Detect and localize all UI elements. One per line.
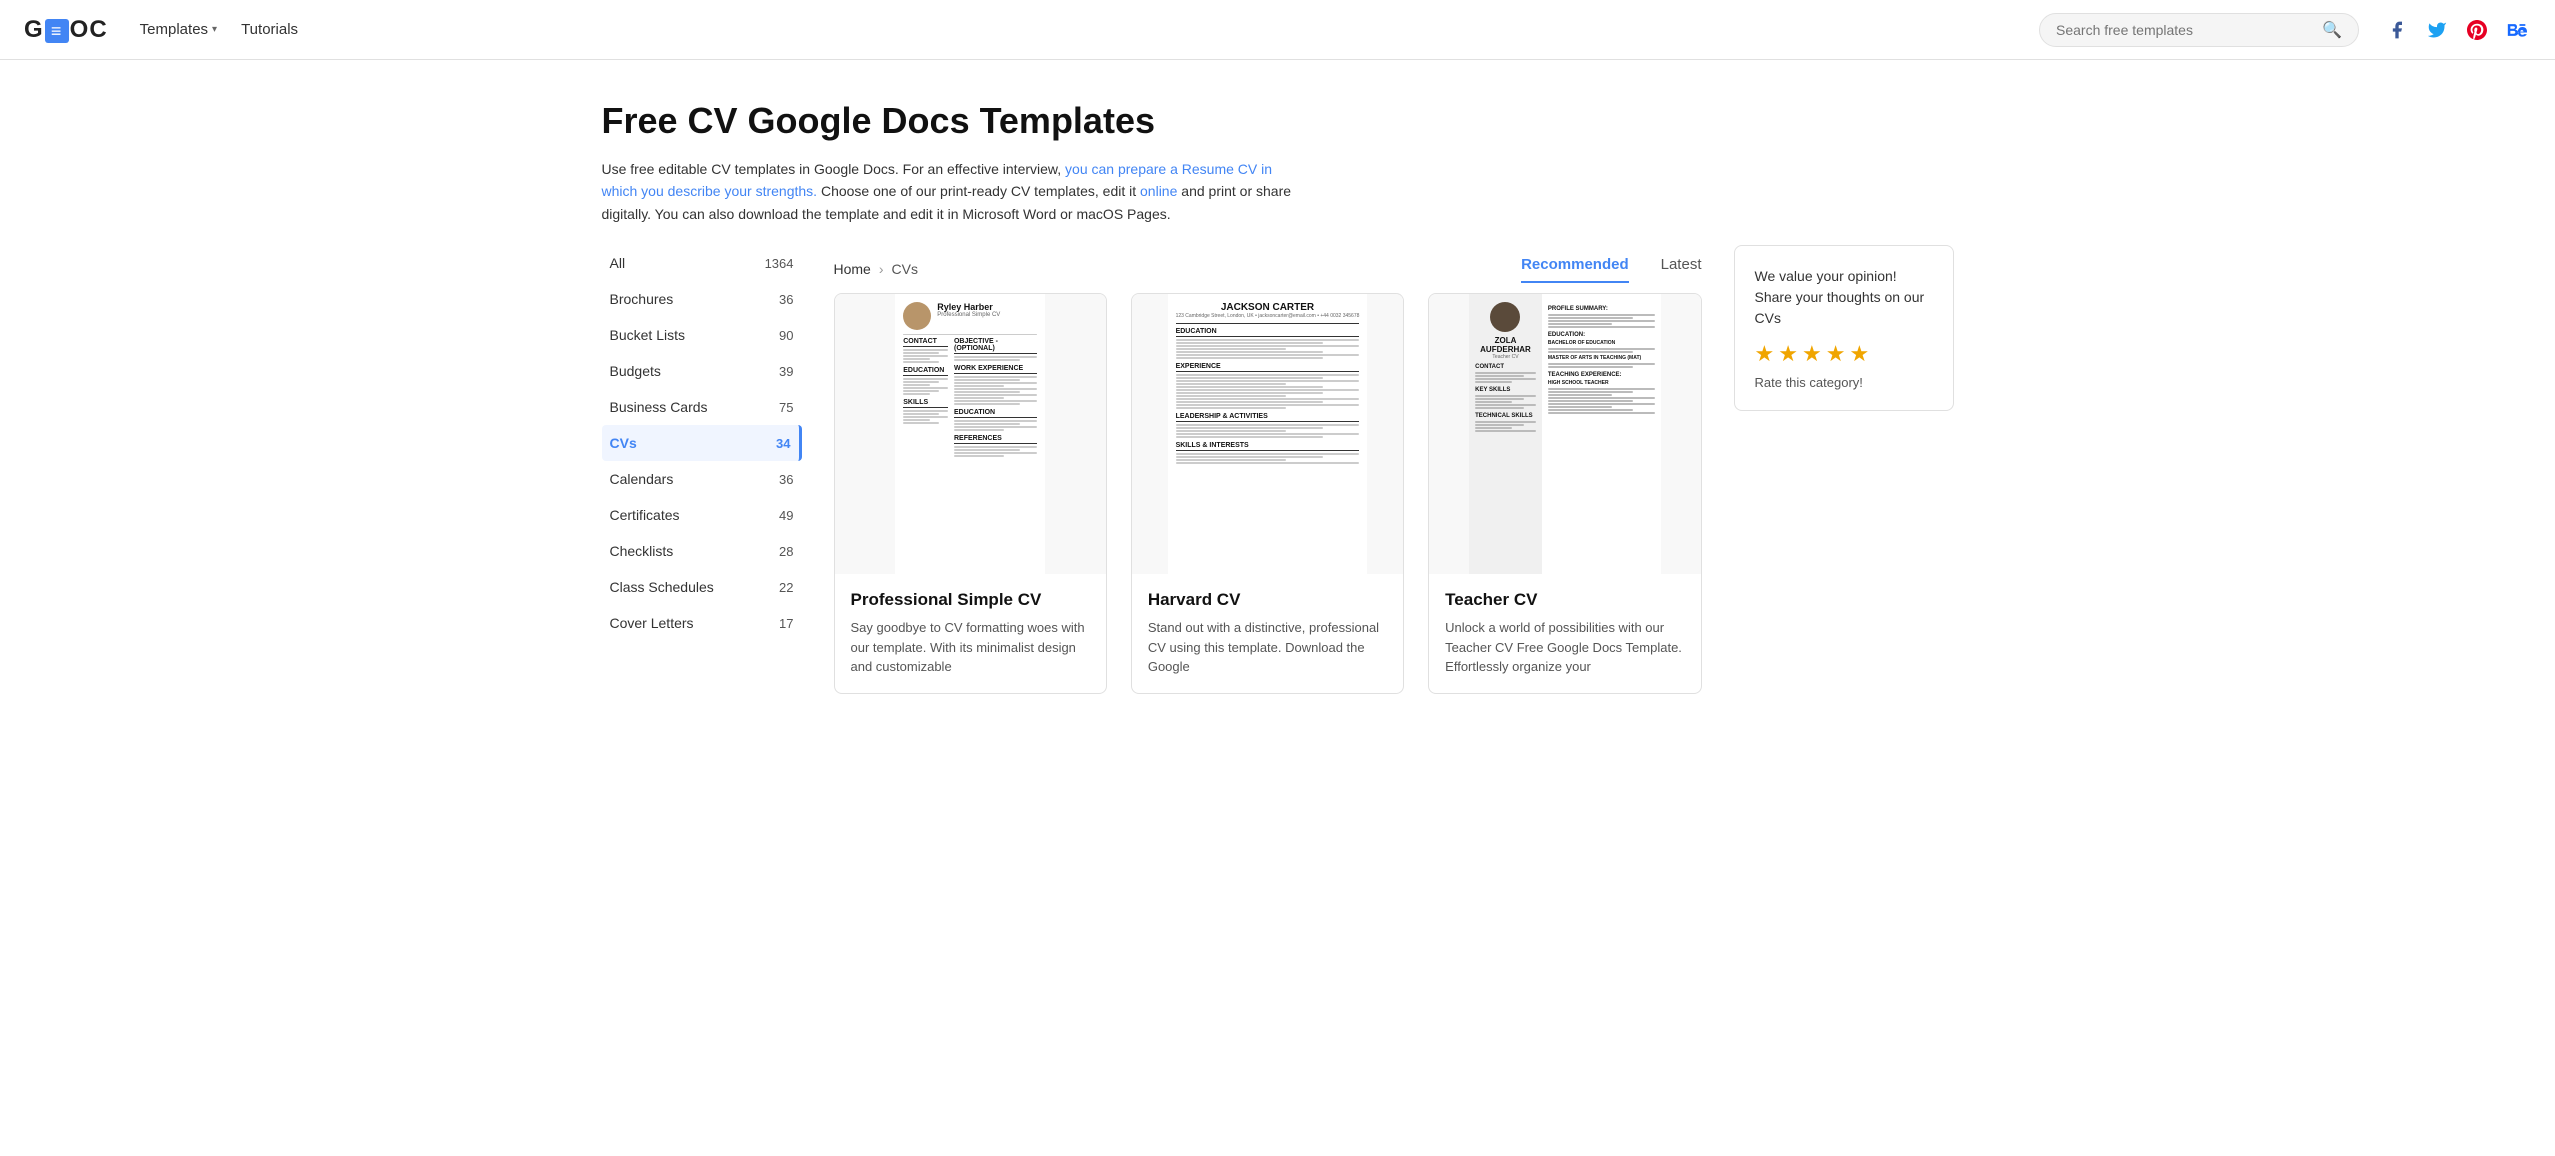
rating-box: We value your opinion! Share your though… [1734,245,1954,411]
sidebar-item-cvs-count: 34 [776,436,790,451]
star-5[interactable]: ★ [1849,341,1869,367]
sidebar-item-certificates-label: Certificates [610,507,680,523]
sidebar-item-calendars-count: 36 [779,472,793,487]
logo-text: G≡OC [24,16,108,44]
search-input[interactable] [2056,22,2322,38]
cv1-preview: Ryley Harber Professional Simple CV CONT… [895,294,1045,574]
nav-tutorials-label: Tutorials [241,21,298,38]
template-info-1: Professional Simple CV Say goodbye to CV… [835,574,1106,693]
sidebar-item-cover-letters-count: 17 [779,616,793,631]
sidebar-item-calendars[interactable]: Calendars 36 [602,461,802,497]
sidebar-item-calendars-label: Calendars [610,471,674,487]
hero-section: Free CV Google Docs Templates Use free e… [578,60,1978,245]
star-4[interactable]: ★ [1826,341,1846,367]
facebook-icon[interactable] [2383,16,2411,44]
breadcrumb: Home › CVs [834,245,918,293]
content-area: Home › CVs Recommended Latest Ryley H [834,245,1702,694]
template-thumbnail-1: Ryley Harber Professional Simple CV CONT… [835,294,1106,574]
template-desc-2: Stand out with a distinctive, profession… [1148,618,1387,677]
template-card-3[interactable]: ZOLA AUFDERHAR Teacher CV CONTACT KEY SK… [1428,293,1701,694]
cv1-name: Ryley Harber [937,302,1000,312]
template-thumbnail-2: JACKSON CARTER 123 Cambridge Street, Lon… [1132,294,1403,574]
breadcrumb-separator: › [879,261,884,277]
hero-link-2[interactable]: online [1140,183,1177,199]
template-card-1[interactable]: Ryley Harber Professional Simple CV CONT… [834,293,1107,694]
sidebar: All 1364 Brochures 36 Bucket Lists 90 Bu… [602,245,802,694]
template-desc-3: Unlock a world of possibilities with our… [1445,618,1684,677]
template-thumbnail-3: ZOLA AUFDERHAR Teacher CV CONTACT KEY SK… [1429,294,1700,574]
template-info-3: Teacher CV Unlock a world of possibiliti… [1429,574,1700,693]
logo-box: ≡ [45,19,69,43]
sidebar-item-all-count: 1364 [765,256,794,271]
cv2-preview: JACKSON CARTER 123 Cambridge Street, Lon… [1168,294,1368,574]
breadcrumb-row: Home › CVs Recommended Latest [834,245,1702,293]
sidebar-item-business-cards-count: 75 [779,400,793,415]
sidebar-item-all[interactable]: All 1364 [602,245,802,281]
sidebar-item-cover-letters[interactable]: Cover Letters 17 [602,605,802,641]
behance-icon[interactable] [2503,16,2531,44]
template-info-2: Harvard CV Stand out with a distinctive,… [1132,574,1403,693]
cv1-photo [903,302,931,330]
sidebar-item-cvs[interactable]: CVs 34 [602,425,802,461]
template-grid: Ryley Harber Professional Simple CV CONT… [834,293,1702,694]
sort-tabs: Recommended Latest [1521,256,1701,283]
rating-text: We value your opinion! Share your though… [1755,266,1933,329]
social-icons [2383,16,2531,44]
sidebar-item-class-schedules-label: Class Schedules [610,579,714,595]
cv3-preview: ZOLA AUFDERHAR Teacher CV CONTACT KEY SK… [1469,294,1660,574]
template-name-1: Professional Simple CV [851,590,1090,610]
sort-tab-recommended[interactable]: Recommended [1521,256,1629,283]
sidebar-item-budgets-count: 39 [779,364,793,379]
sidebar-list: All 1364 Brochures 36 Bucket Lists 90 Bu… [602,245,802,641]
nav-templates-label: Templates [140,21,208,38]
template-card-2[interactable]: JACKSON CARTER 123 Cambridge Street, Lon… [1131,293,1404,694]
sidebar-item-certificates[interactable]: Certificates 49 [602,497,802,533]
sidebar-item-brochures-label: Brochures [610,291,674,307]
template-desc-1: Say goodbye to CV formatting woes with o… [851,618,1090,677]
sidebar-item-business-cards-label: Business Cards [610,399,708,415]
main-nav: Templates ▾ Tutorials [140,21,298,38]
sidebar-item-bucket-lists-label: Bucket Lists [610,327,685,343]
star-2[interactable]: ★ [1778,341,1798,367]
nav-templates[interactable]: Templates ▾ [140,21,217,38]
sidebar-item-bucket-lists-count: 90 [779,328,793,343]
sidebar-item-cover-letters-label: Cover Letters [610,615,694,631]
search-icon[interactable]: 🔍 [2322,20,2342,40]
sidebar-item-budgets[interactable]: Budgets 39 [602,353,802,389]
main-content: All 1364 Brochures 36 Bucket Lists 90 Bu… [578,245,1978,734]
page-title: Free CV Google Docs Templates [602,100,1954,142]
search-container: 🔍 [2039,13,2359,47]
sidebar-item-brochures-count: 36 [779,292,793,307]
sidebar-item-bucket-lists[interactable]: Bucket Lists 90 [602,317,802,353]
nav-tutorials[interactable]: Tutorials [241,21,298,38]
sidebar-item-all-label: All [610,255,626,271]
template-name-2: Harvard CV [1148,590,1387,610]
sidebar-item-class-schedules[interactable]: Class Schedules 22 [602,569,802,605]
hero-description: Use free editable CV templates in Google… [602,158,1302,225]
star-1[interactable]: ★ [1755,341,1775,367]
sidebar-right: We value your opinion! Share your though… [1734,245,1954,694]
cv1-role: Professional Simple CV [937,312,1000,318]
stars: ★ ★ ★ ★ ★ [1755,341,1933,367]
sidebar-item-budgets-label: Budgets [610,363,661,379]
sidebar-item-checklists-label: Checklists [610,543,674,559]
breadcrumb-home[interactable]: Home [834,261,871,277]
sidebar-item-certificates-count: 49 [779,508,793,523]
template-name-3: Teacher CV [1445,590,1684,610]
chevron-down-icon: ▾ [212,24,217,35]
breadcrumb-current: CVs [892,261,918,277]
sidebar-item-brochures[interactable]: Brochures 36 [602,281,802,317]
sidebar-item-cvs-label: CVs [610,435,637,451]
site-logo[interactable]: G≡OC [24,16,108,44]
sidebar-item-checklists[interactable]: Checklists 28 [602,533,802,569]
cv3-photo [1490,302,1520,332]
sidebar-item-business-cards[interactable]: Business Cards 75 [602,389,802,425]
rating-label: Rate this category! [1755,375,1933,390]
sidebar-item-checklists-count: 28 [779,544,793,559]
star-3[interactable]: ★ [1802,341,1822,367]
twitter-icon[interactable] [2423,16,2451,44]
sidebar-item-class-schedules-count: 22 [779,580,793,595]
sort-tab-latest[interactable]: Latest [1661,256,1702,283]
pinterest-icon[interactable] [2463,16,2491,44]
